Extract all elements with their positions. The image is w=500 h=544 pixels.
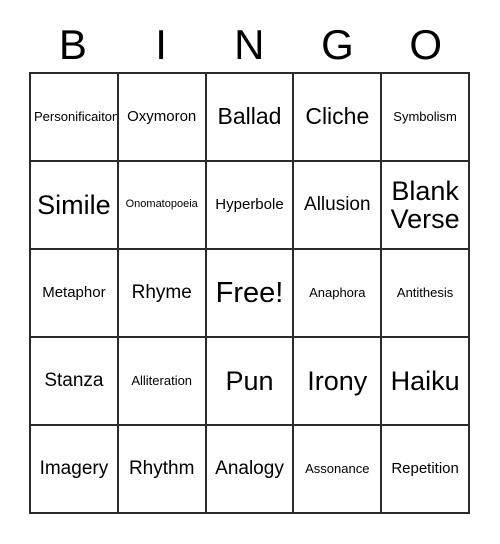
bingo-cell[interactable]: Simile bbox=[31, 162, 119, 250]
bingo-cell-label: Personificaiton bbox=[34, 109, 119, 125]
bingo-cell[interactable]: Irony bbox=[294, 338, 383, 426]
bingo-cell-label: Rhythm bbox=[128, 458, 195, 480]
bingo-cell[interactable]: Imagery bbox=[31, 426, 119, 514]
bingo-cell-label: Pun bbox=[225, 365, 274, 396]
bingo-header-letter-i: I bbox=[155, 21, 168, 68]
bingo-cell-label: Allusion bbox=[304, 194, 371, 216]
bingo-cell[interactable]: Haiku bbox=[382, 338, 470, 426]
bingo-cell[interactable]: Pun bbox=[206, 338, 295, 426]
bingo-header: BINGO bbox=[29, 18, 470, 72]
bingo-header-letter-o: O bbox=[409, 21, 443, 68]
bingo-cell-label: Imagery bbox=[39, 458, 109, 480]
bingo-cell[interactable]: Analogy bbox=[206, 426, 295, 514]
bingo-cell-label: Anaphora bbox=[309, 285, 366, 301]
bingo-grid: Personificaiton Oxymoron Ballad Cliche Symbo… bbox=[29, 72, 470, 514]
bingo-cell[interactable]: Symbolism bbox=[382, 74, 470, 162]
bingo-cell[interactable]: Blank Verse bbox=[382, 162, 470, 250]
bingo-cell[interactable]: Anaphora bbox=[294, 250, 383, 338]
bingo-cell[interactable]: Assonance bbox=[294, 426, 383, 514]
bingo-cell-label: Free! bbox=[215, 276, 284, 309]
bingo-header-letter-b: B bbox=[58, 21, 88, 68]
bingo-cell-label: Onomatopoeia bbox=[125, 198, 198, 211]
bingo-cell[interactable]: Rhyme bbox=[118, 250, 207, 338]
bingo-cell-label: Irony bbox=[307, 365, 368, 396]
bingo-cell-label: Antithesis bbox=[396, 285, 454, 301]
bingo-header-letter-n: N bbox=[234, 21, 265, 68]
bingo-cell-label: Symbolism bbox=[393, 109, 457, 125]
bingo-cell[interactable]: Repetition bbox=[382, 426, 470, 514]
bingo-cell[interactable]: Ballad bbox=[206, 74, 295, 162]
bingo-header-letter-g: G bbox=[321, 21, 355, 68]
bingo-cell[interactable]: Alliteration bbox=[118, 338, 207, 426]
bingo-cell-label: Ballad bbox=[217, 103, 282, 130]
bingo-cell-label: Alliteration bbox=[131, 373, 193, 389]
bingo-cell-label: Assonance bbox=[305, 461, 370, 477]
bingo-cell-label: Repetition bbox=[391, 460, 459, 478]
bingo-cell-label: Oxymoron bbox=[127, 108, 197, 126]
bingo-cell-label: Analogy bbox=[215, 458, 284, 480]
bingo-cell-label: Haiku bbox=[390, 365, 460, 396]
bingo-cell[interactable]: Oxymoron bbox=[118, 74, 207, 162]
bingo-cell[interactable]: Allusion bbox=[294, 162, 383, 250]
bingo-cell[interactable]: Onomatopoeia bbox=[118, 162, 207, 250]
bingo-cell-label: Rhyme bbox=[131, 282, 192, 304]
bingo-cell[interactable]: Cliche bbox=[294, 74, 383, 162]
bingo-cell[interactable]: Antithesis bbox=[382, 250, 470, 338]
bingo-cell-label: Stanza bbox=[44, 370, 104, 392]
bingo-card: B I N G O Personificaiton Oxymoron Ballad Clich… bbox=[0, 0, 500, 544]
bingo-cell[interactable]: Metaphor bbox=[31, 250, 119, 338]
bingo-cell-label: Blank Verse bbox=[390, 175, 460, 234]
bingo-cell[interactable]: Stanza bbox=[31, 338, 119, 426]
bingo-cell[interactable]: Personificaiton bbox=[31, 74, 119, 162]
bingo-cell-label: Hyperbole bbox=[215, 196, 284, 214]
bingo-cell[interactable]: Hyperbole bbox=[206, 162, 295, 250]
bingo-free-space[interactable]: Free! bbox=[206, 250, 295, 338]
bingo-cell[interactable]: Rhythm bbox=[118, 426, 207, 514]
bingo-cell-label: Simile bbox=[37, 189, 111, 220]
bingo-cell-label: Cliche bbox=[305, 103, 370, 130]
bingo-cell-label: Metaphor bbox=[42, 284, 106, 302]
